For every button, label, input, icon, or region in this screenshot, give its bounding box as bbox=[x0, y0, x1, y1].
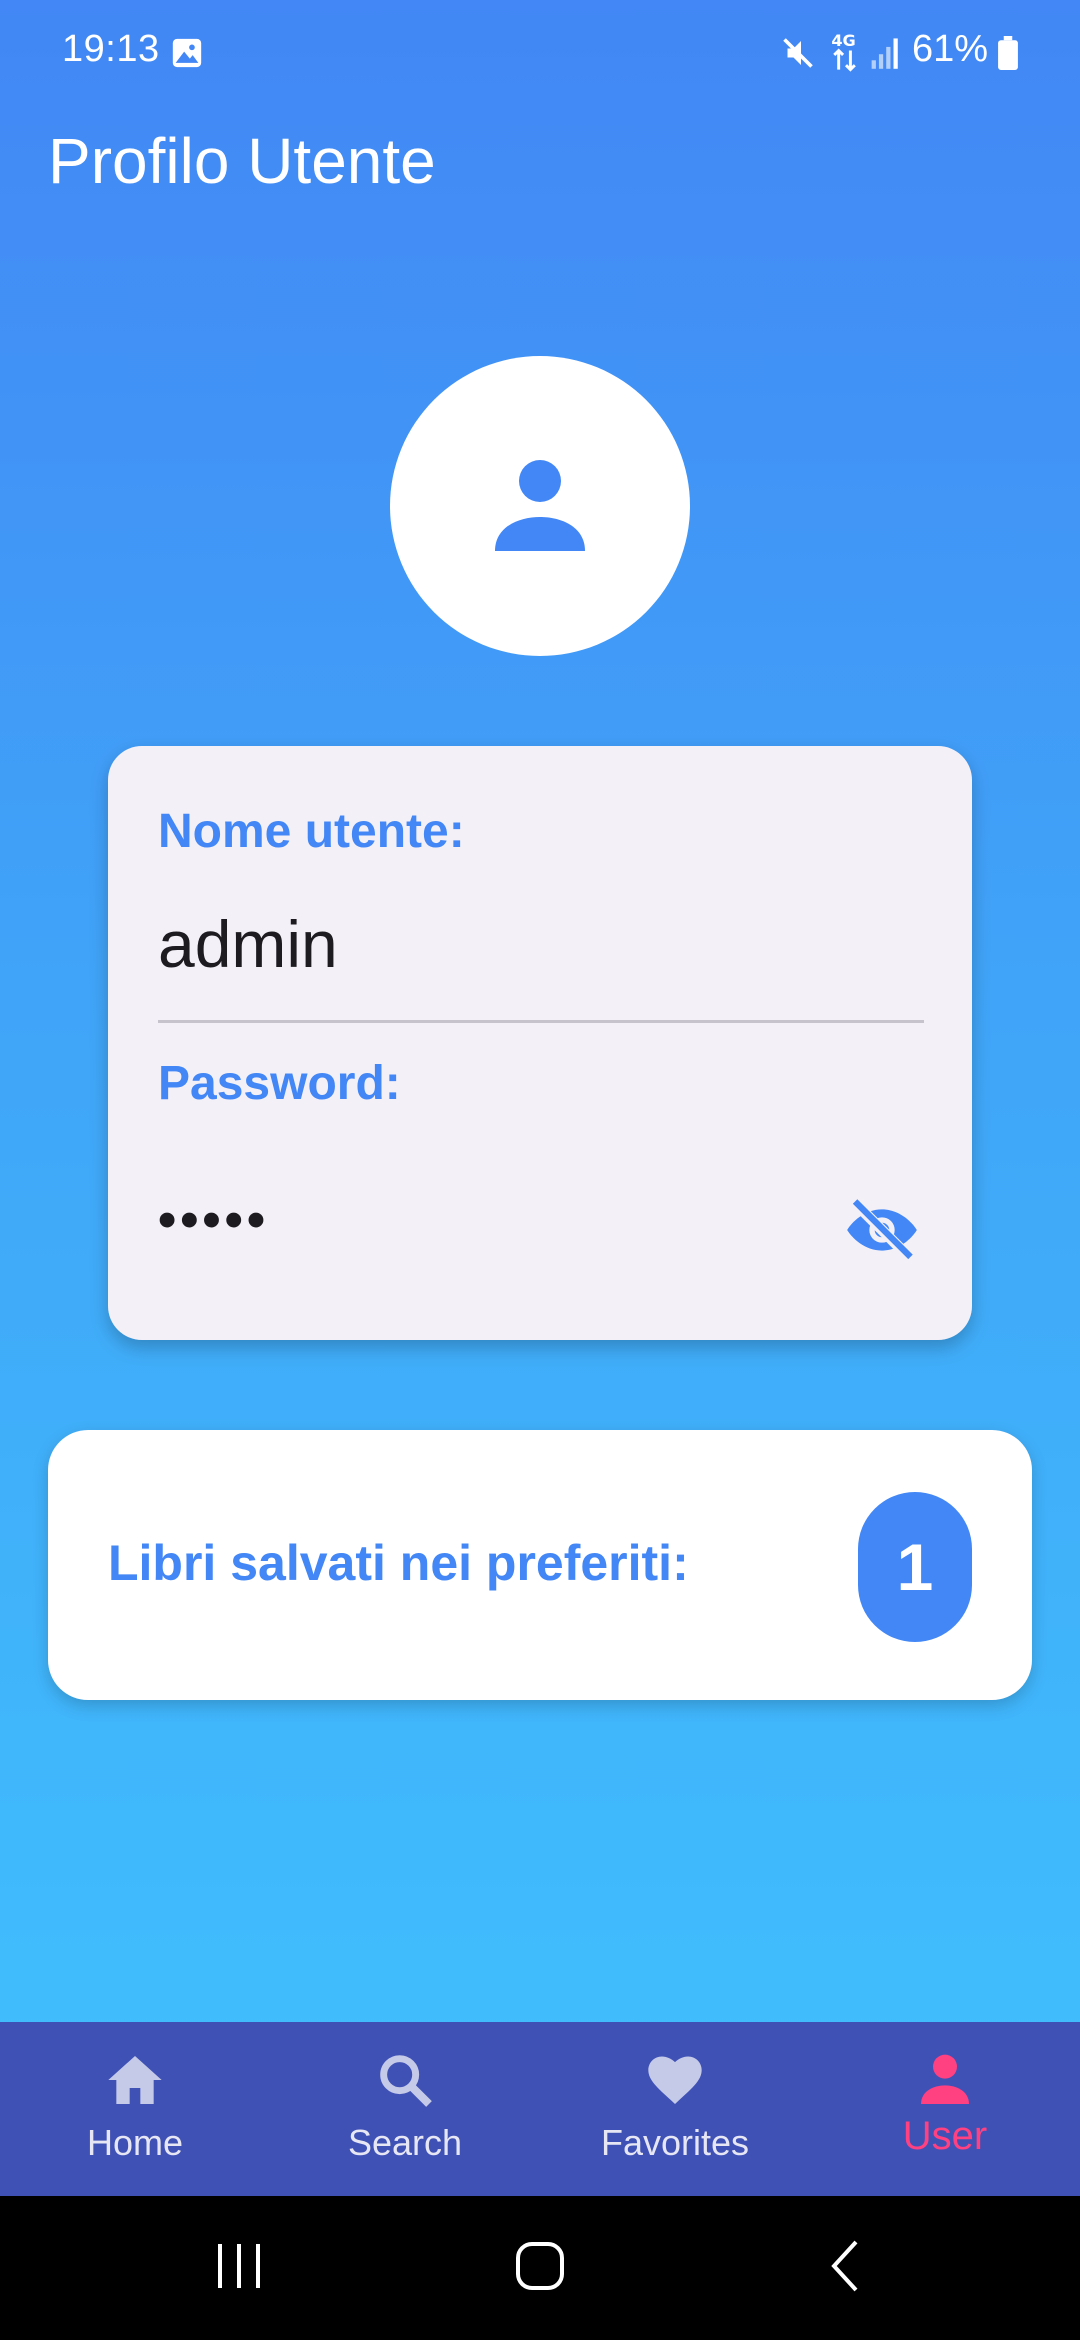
nav-item-search[interactable]: Search bbox=[270, 2022, 540, 2196]
back-icon[interactable] bbox=[820, 2236, 874, 2296]
search-icon bbox=[380, 2055, 432, 2107]
nav-item-user[interactable]: User bbox=[810, 2022, 1080, 2196]
nav-item-home[interactable]: Home bbox=[0, 2022, 270, 2196]
gallery-icon bbox=[172, 38, 202, 68]
nav-label-favorites: Favorites bbox=[600, 2122, 750, 2163]
bottom-navigation-bar: Home Search Favorites User bbox=[0, 2022, 1080, 2196]
favorites-count-badge: 1 bbox=[858, 1492, 972, 1642]
credentials-card: Nome utente: admin Password: ••••• bbox=[108, 746, 972, 1340]
user-profile-screen: 19:13 4G 61% Profilo Utente Nome utente:… bbox=[0, 0, 1080, 2340]
status-bar: 19:13 4G 61% bbox=[0, 0, 1080, 106]
system-navigation-bar bbox=[0, 2196, 1080, 2340]
visibility-off-icon[interactable] bbox=[844, 1192, 920, 1268]
person-icon bbox=[921, 2054, 969, 2104]
nav-label-search: Search bbox=[347, 2122, 463, 2163]
username-field[interactable]: admin bbox=[158, 906, 338, 982]
favorites-count-card: Libri salvati nei preferiti: 1 bbox=[48, 1430, 1032, 1700]
person-icon bbox=[495, 460, 585, 551]
nav-item-favorites[interactable]: Favorites bbox=[540, 2022, 810, 2196]
username-underline bbox=[158, 1020, 924, 1023]
recent-apps-icon[interactable] bbox=[212, 2236, 266, 2296]
4g-data-icon: 4G bbox=[831, 31, 856, 72]
mute-icon bbox=[783, 38, 813, 68]
home-button-icon[interactable] bbox=[510, 2236, 570, 2296]
nav-label-user: User bbox=[902, 2114, 988, 2158]
home-icon bbox=[108, 2056, 162, 2104]
svg-text:4G: 4G bbox=[831, 31, 855, 50]
heart-icon bbox=[648, 2056, 702, 2104]
battery-percentage: 61% bbox=[912, 28, 989, 70]
username-label: Nome utente: bbox=[158, 805, 465, 858]
page-title: Profilo Utente bbox=[48, 125, 436, 197]
avatar bbox=[390, 356, 690, 656]
battery-icon bbox=[998, 36, 1018, 70]
password-label: Password: bbox=[158, 1057, 401, 1110]
nav-label-home: Home bbox=[86, 2122, 184, 2163]
favorites-count-label: Libri salvati nei preferiti: bbox=[108, 1535, 689, 1591]
signal-icon bbox=[871, 38, 898, 69]
password-field[interactable]: ••••• bbox=[158, 1190, 269, 1250]
status-time: 19:13 bbox=[62, 28, 160, 70]
